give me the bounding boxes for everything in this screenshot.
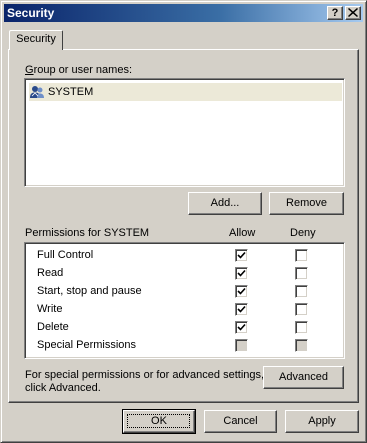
apply-button-label: Apply (308, 415, 336, 427)
permissions-list[interactable]: Full Control Read Start, stop and pause … (24, 242, 345, 359)
help-button[interactable]: ? (327, 6, 343, 20)
user-name: SYSTEM (48, 86, 94, 98)
permission-name: Full Control (37, 249, 94, 261)
permission-name: Read (37, 267, 64, 279)
deny-column-header: Deny (290, 227, 316, 239)
deny-checkbox-read[interactable] (295, 267, 308, 280)
permission-name: Delete (37, 321, 69, 333)
remove-button-label: Remove (286, 197, 327, 209)
add-button[interactable]: Add... (188, 192, 262, 215)
permission-row-read: Read (25, 265, 341, 283)
group-label-access-key: G (25, 64, 34, 76)
permission-name: Write (37, 303, 63, 315)
allow-checkbox-start-stop-pause[interactable] (235, 285, 248, 298)
allow-checkbox-delete[interactable] (235, 321, 248, 334)
list-item-system[interactable]: SYSTEM (29, 83, 342, 101)
advanced-button[interactable]: Advanced (263, 366, 344, 389)
permission-row-start-stop-pause: Start, stop and pause (25, 283, 341, 301)
permission-row-full-control: Full Control (25, 247, 341, 265)
group-label-rest: roup or user names: (33, 64, 132, 76)
cancel-button-label: Cancel (223, 415, 258, 427)
advanced-button-label: Advanced (279, 371, 328, 383)
add-button-label: Add... (210, 197, 240, 209)
permission-name: Start, stop and pause (37, 285, 142, 297)
close-icon (348, 8, 358, 17)
permission-row-delete: Delete (25, 319, 341, 337)
allow-checkbox-full-control[interactable] (235, 249, 248, 262)
tab-security[interactable]: Security (9, 30, 63, 50)
allow-checkbox-write[interactable] (235, 303, 248, 316)
user-list[interactable]: SYSTEM (24, 78, 345, 187)
advanced-help-line2: click Advanced. (25, 382, 101, 394)
security-dialog: Security ? Security Group or user names:… (0, 0, 367, 443)
window-title: Security (7, 6, 55, 20)
group-names-label: Group or user names: (25, 64, 132, 76)
check-icon (237, 251, 246, 259)
apply-button[interactable]: Apply (285, 410, 359, 433)
deny-checkbox-special (295, 339, 308, 352)
check-icon (237, 323, 246, 331)
deny-checkbox-full-control[interactable] (295, 249, 308, 262)
advanced-help-line1: For special permissions or for advanced … (25, 369, 265, 381)
cancel-button[interactable]: Cancel (204, 410, 277, 433)
permission-row-write: Write (25, 301, 341, 319)
permission-row-special: Special Permissions (25, 337, 341, 355)
check-icon (237, 287, 246, 295)
permissions-header: Permissions for SYSTEM (25, 227, 150, 239)
deny-checkbox-delete[interactable] (295, 321, 308, 334)
check-icon (237, 269, 246, 277)
remove-button[interactable]: Remove (269, 192, 344, 215)
allow-column-header: Allow (229, 227, 256, 239)
focus-rectangle (127, 414, 190, 428)
deny-checkbox-write[interactable] (295, 303, 308, 316)
allow-checkbox-read[interactable] (235, 267, 248, 280)
deny-checkbox-start-stop-pause[interactable] (295, 285, 308, 298)
check-icon (237, 305, 246, 313)
ok-button[interactable]: OK (122, 409, 196, 434)
allow-checkbox-special (235, 339, 248, 352)
permission-name: Special Permissions (37, 339, 137, 351)
close-button[interactable] (345, 6, 361, 20)
title-bar[interactable]: Security ? (4, 4, 363, 22)
users-group-icon (30, 86, 44, 98)
